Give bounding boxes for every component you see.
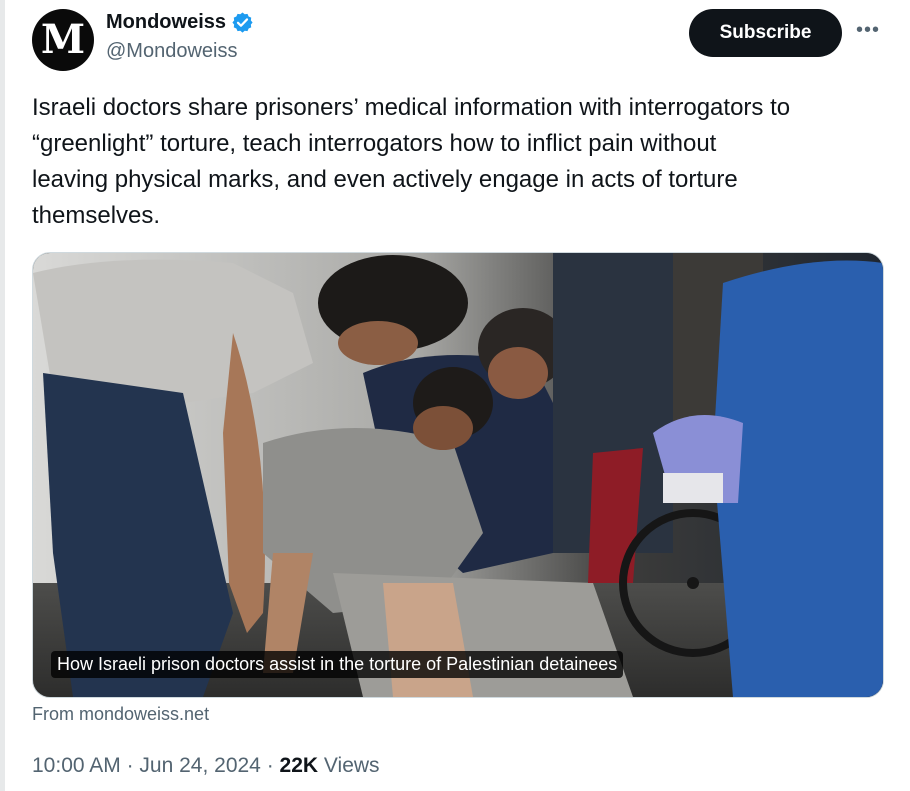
avatar-letter: M [40, 16, 86, 63]
tweet-date[interactable]: Jun 24, 2024 [139, 754, 260, 777]
name-row: Mondoweiss [106, 11, 254, 34]
tweet-time[interactable]: 10:00 AM [32, 754, 121, 777]
link-card[interactable]: How Israeli prison doctors assist in the… [32, 252, 884, 698]
more-horizontal-icon[interactable]: ••• [855, 17, 881, 43]
views-count: 22K [279, 754, 319, 777]
verified-badge-icon[interactable] [231, 11, 254, 34]
display-name[interactable]: Mondoweiss [106, 11, 226, 34]
tweet-text: Israeli doctors share prisoners’ medical… [32, 94, 791, 229]
author-names: Mondoweiss @Mondoweiss [106, 11, 254, 63]
left-border [0, 0, 5, 791]
tweet-header: M Mondoweiss @Mondoweiss Subscribe ••• [32, 7, 892, 71]
meta-separator-2: · [266, 754, 274, 777]
card-source[interactable]: From mondoweiss.net [32, 704, 209, 725]
author-handle[interactable]: @Mondoweiss [106, 40, 254, 63]
article-photo [33, 253, 883, 697]
meta-separator-1: · [126, 754, 134, 777]
card-caption: How Israeli prison doctors assist in the… [51, 651, 624, 678]
avatar[interactable]: M [32, 9, 94, 71]
tweet-meta: 10:00 AM · Jun 24, 2024 · 22K Views [32, 754, 380, 778]
views-label: Views [323, 754, 380, 777]
subscribe-button[interactable]: Subscribe [689, 9, 842, 57]
